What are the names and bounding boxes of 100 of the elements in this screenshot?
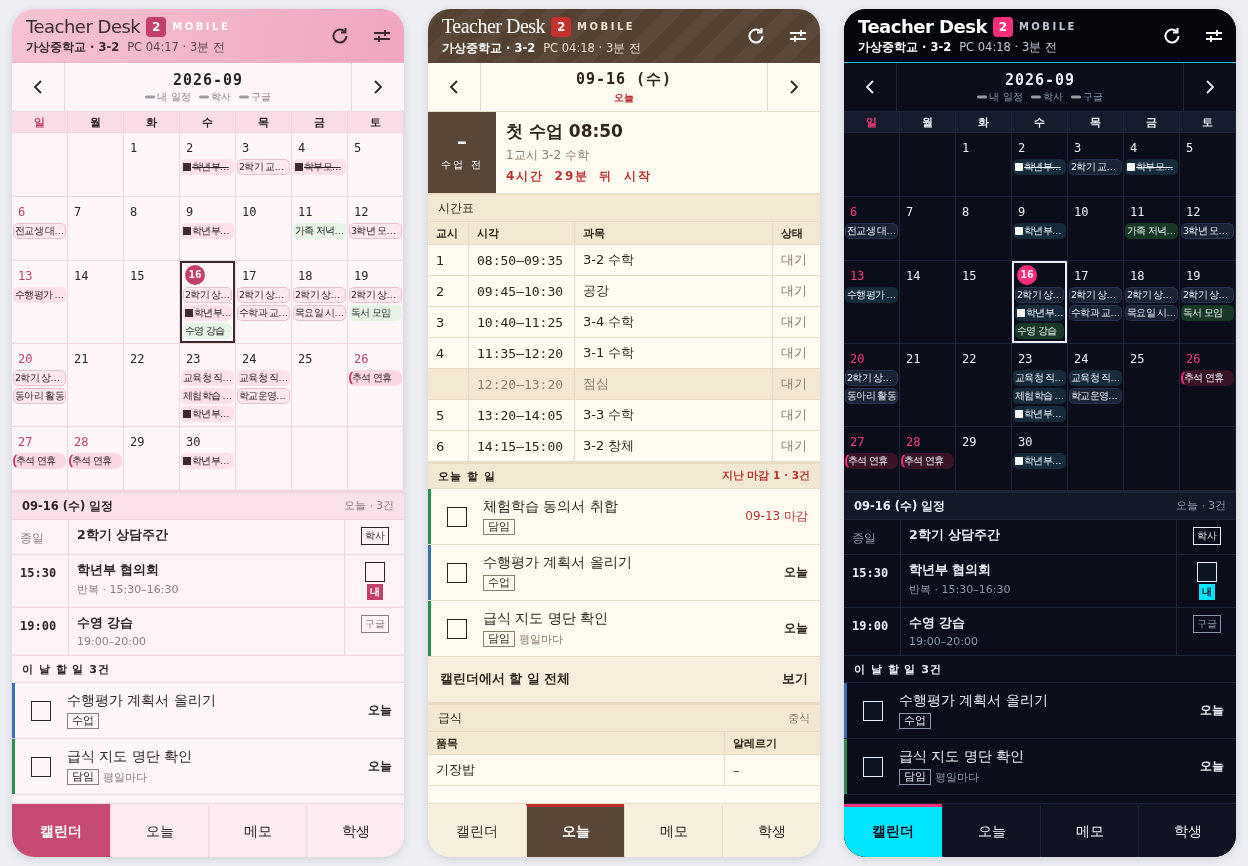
calendar-day[interactable]: 26 추석 연휴	[1180, 344, 1236, 426]
calendar-event[interactable]: 학년부…	[183, 305, 232, 321]
calendar-day[interactable]: 13 수행평가 …	[844, 261, 900, 343]
refresh-icon[interactable]	[746, 25, 766, 46]
calendar-event[interactable]: 2학기 상…	[293, 287, 346, 303]
tab[interactable]: 메모	[208, 804, 306, 857]
calendar-event[interactable]: 학년부…	[181, 159, 234, 175]
calendar-event[interactable]: 2학기 상…	[1069, 287, 1122, 303]
calendar-event[interactable]: 학년부…	[181, 223, 234, 239]
tab[interactable]: 오늘	[110, 804, 208, 857]
checkbox[interactable]	[447, 562, 467, 583]
calendar-day[interactable]: 19 2학기 상… 독서 모임	[348, 261, 404, 343]
refresh-icon[interactable]	[1162, 25, 1182, 46]
tab[interactable]: 캘린더	[844, 804, 942, 857]
calendar-event[interactable]: 학교운영…	[237, 388, 290, 404]
calendar-day[interactable]: 9 학년부…	[1012, 197, 1068, 260]
calendar-day[interactable]: 3 2학기 교…	[1068, 133, 1124, 196]
agenda-row[interactable]: 15:30 학년부 협의회 반복 · 15:30–16:30 내	[844, 555, 1236, 608]
calendar-event[interactable]: 체험학습 …	[1013, 388, 1066, 404]
calendar-day[interactable]: 16 2학기 상… 학년부… 수영 강습	[180, 261, 236, 343]
calendar-event[interactable]: 교육청 직…	[181, 370, 234, 386]
calendar-day[interactable]: 18 2학기 상… 목요일 시…	[292, 261, 348, 343]
checkbox[interactable]	[447, 618, 467, 639]
calendar-event[interactable]: 가족 저녁…	[1125, 223, 1178, 239]
calendar-day[interactable]: 13 수행평가 …	[12, 261, 68, 343]
tab[interactable]: 오늘	[526, 804, 624, 857]
calendar-event[interactable]: 가족 저녁…	[293, 223, 346, 239]
agenda-row[interactable]: 종일 2학기 상담주간 학사	[844, 520, 1236, 555]
checkbox[interactable]	[364, 562, 385, 582]
calendar-day[interactable]: 2 학년부…	[1012, 133, 1068, 196]
calendar-day[interactable]: 27 추석 연휴	[12, 427, 68, 490]
calendar-day[interactable]: 6 전교생 대…	[12, 197, 68, 260]
calendar-day[interactable]: 6 전교생 대…	[844, 197, 900, 260]
agenda-row[interactable]: 19:00 수영 강습 19:00–20:00 구글	[12, 608, 404, 656]
calendar-event[interactable]: 3학년 모…	[349, 223, 402, 239]
calendar-day[interactable]: 20 2학기 상… 동아리 활동	[12, 344, 68, 426]
calendar-event[interactable]: 3학년 모…	[1181, 223, 1234, 239]
calendar-event[interactable]: 2학기 교…	[237, 159, 290, 175]
calendar-event[interactable]: 체험학습 …	[181, 388, 234, 404]
calendar-event[interactable]: 학부모…	[293, 159, 346, 175]
tab[interactable]: 캘린더	[428, 804, 526, 857]
calendar-day[interactable]: 4 학부모…	[292, 133, 348, 196]
calendar-day[interactable]: 30 학년부…	[180, 427, 236, 490]
calendar-event[interactable]: 2학기 상…	[1181, 287, 1234, 303]
calendar-day[interactable]: 9 학년부…	[180, 197, 236, 260]
calendar-day[interactable]: 12 3학년 모…	[1180, 197, 1236, 260]
calendar-day[interactable]: 17 2학기 상… 수학과 교…	[1068, 261, 1124, 343]
tab[interactable]: 학생	[722, 804, 820, 857]
tab[interactable]: 학생	[306, 804, 404, 857]
tab[interactable]: 오늘	[942, 804, 1040, 857]
task-item[interactable]: 체험학습 동의서 취합 담임 09-13 마감	[428, 489, 820, 545]
calendar-event[interactable]: 목요일 시…	[293, 305, 346, 321]
calendar-day[interactable]: 24 교육청 직… 학교운영…	[1068, 344, 1124, 426]
calendar-day[interactable]: 26 추석 연휴	[348, 344, 404, 426]
calendar-day[interactable]: 4 학부모…	[1124, 133, 1180, 196]
calendar-event[interactable]: 추석 연휴	[13, 453, 66, 469]
calendar-event[interactable]: 수학과 교…	[1069, 305, 1122, 321]
calendar-day[interactable]: 19 2학기 상… 독서 모임	[1180, 261, 1236, 343]
calendar-day[interactable]: 3 2학기 교…	[236, 133, 292, 196]
calendar-event[interactable]: 독서 모임	[1181, 305, 1234, 321]
calendar-day[interactable]: 11 가족 저녁…	[1124, 197, 1180, 260]
calendar-event[interactable]: 2학기 상…	[183, 287, 232, 303]
agenda-row[interactable]: 19:00 수영 강습 19:00–20:00 구글	[844, 608, 1236, 656]
calendar-event[interactable]: 교육청 직…	[237, 370, 290, 386]
calendar-event[interactable]: 2학기 상…	[349, 287, 402, 303]
task-item[interactable]: 급식 지도 명단 확인 담임 평일마다 오늘	[428, 601, 820, 657]
tab[interactable]: 메모	[624, 804, 722, 857]
calendar-event[interactable]: 2학기 상…	[13, 370, 66, 386]
calendar-event[interactable]: 2학기 상…	[845, 370, 898, 386]
calendar-event[interactable]: 2학기 상…	[237, 287, 290, 303]
calendar-event[interactable]: 학년부…	[1013, 406, 1066, 422]
tab[interactable]: 메모	[1040, 804, 1138, 857]
calendar-day[interactable]: 30 학년부…	[1012, 427, 1068, 490]
tab[interactable]: 학생	[1138, 804, 1236, 857]
calendar-day[interactable]: 20 2학기 상… 동아리 활동	[844, 344, 900, 426]
calendar-event[interactable]: 학교운영…	[1069, 388, 1122, 404]
calendar-day[interactable]: 27 추석 연휴	[844, 427, 900, 490]
calendar-event[interactable]: 2학기 상…	[1015, 287, 1064, 303]
calendar-day[interactable]: 17 2학기 상… 수학과 교…	[236, 261, 292, 343]
calendar-event[interactable]: 학년부…	[181, 453, 234, 469]
calendar-event[interactable]: 학년부…	[1015, 305, 1064, 321]
calendar-day[interactable]: 2 학년부…	[180, 133, 236, 196]
task-item[interactable]: 급식 지도 명단 확인 담임 평일마다 오늘	[12, 739, 404, 795]
calendar-event[interactable]: 동아리 활동	[13, 388, 66, 404]
checkbox[interactable]	[31, 756, 51, 777]
calendar-day[interactable]: 12 3학년 모…	[348, 197, 404, 260]
checkbox[interactable]	[31, 700, 51, 721]
calendar-event[interactable]: 학부모…	[1125, 159, 1178, 175]
calendar-event[interactable]: 2학기 교…	[1069, 159, 1122, 175]
calendar-event[interactable]: 전교생 대…	[13, 223, 66, 239]
calendar-event[interactable]: 수행평가 …	[845, 287, 898, 303]
task-item[interactable]: 수행평가 계획서 올리기 수업 오늘	[12, 683, 404, 739]
tab[interactable]: 캘린더	[12, 804, 110, 857]
calendar-event[interactable]: 목요일 시…	[1125, 305, 1178, 321]
calendar-event[interactable]: 추석 연휴	[349, 370, 402, 386]
agenda-row[interactable]: 종일 2학기 상담주간 학사	[12, 520, 404, 555]
calendar-event[interactable]: 학년부…	[1013, 223, 1066, 239]
calendar-day[interactable]: 16 2학기 상… 학년부… 수영 강습	[1012, 261, 1068, 343]
calendar-event[interactable]: 추석 연휴	[69, 453, 122, 469]
calendar-event[interactable]: 수학과 교…	[237, 305, 290, 321]
